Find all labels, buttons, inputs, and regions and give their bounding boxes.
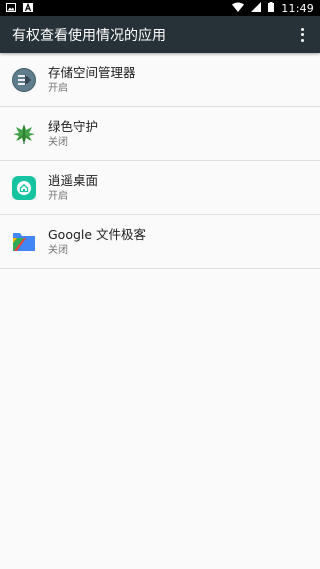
battery-icon — [268, 1, 275, 15]
page-title: 有权查看使用情况的应用 — [12, 27, 166, 44]
status-bar-notifications — [6, 2, 33, 15]
list-item[interactable]: Google 文件极客 关闭 — [0, 215, 320, 269]
signal-icon — [251, 1, 262, 15]
access-status: 关闭 — [48, 136, 68, 148]
status-time: 11:49 — [281, 1, 314, 15]
overflow-menu-icon-dot — [300, 27, 304, 31]
status-bar-system: 11:49 — [232, 1, 314, 15]
access-status: 开启 — [48, 190, 68, 202]
overflow-menu-icon-dot — [300, 38, 304, 42]
launcher-home-icon — [12, 175, 36, 200]
a-icon — [23, 2, 33, 15]
overflow-menu-icon-dot — [300, 33, 304, 36]
list-item[interactable]: 绿色守护 关闭 — [0, 107, 320, 161]
app-bar: 有权查看使用情况的应用 — [0, 16, 320, 53]
overflow-menu-button[interactable] — [292, 20, 312, 50]
app-usage-list: 存储空间管理器 开启 绿色守护 关闭 逍遥桌面 开启 Google 文件极客 关… — [0, 53, 320, 269]
wifi-icon — [232, 2, 245, 15]
access-status: 关闭 — [48, 244, 68, 256]
list-item[interactable]: 逍遥桌面 开启 — [0, 161, 320, 215]
storage-manager-icon — [12, 67, 36, 92]
access-status: 开启 — [48, 82, 68, 94]
app-name: 存储空间管理器 — [48, 64, 136, 80]
files-by-google-icon — [12, 230, 36, 254]
app-name: Google 文件极客 — [48, 226, 147, 242]
list-item[interactable]: 存储空间管理器 开启 — [0, 53, 320, 107]
greenify-leaf-icon — [12, 122, 36, 146]
app-name: 绿色守护 — [48, 118, 99, 134]
status-bar: 11:49 — [0, 0, 320, 16]
image-icon — [6, 2, 16, 15]
app-name: 逍遥桌面 — [48, 172, 99, 188]
